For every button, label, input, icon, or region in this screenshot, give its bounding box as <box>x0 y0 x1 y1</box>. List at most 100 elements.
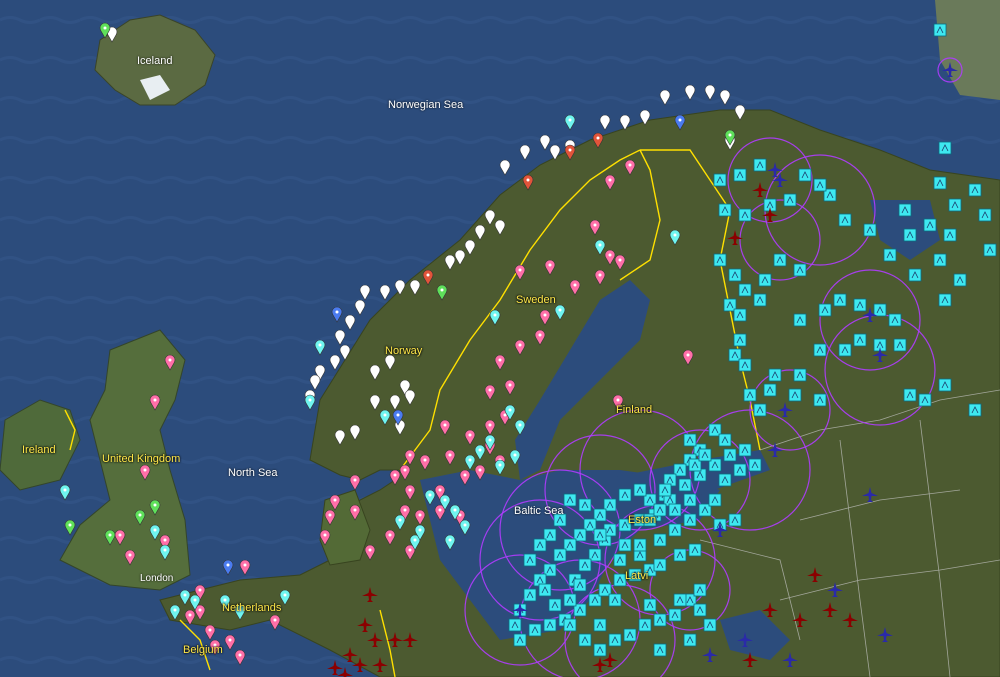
unit-tile-icon[interactable] <box>563 593 577 607</box>
unit-tile-icon[interactable] <box>593 643 607 657</box>
unit-tile-icon[interactable] <box>733 333 747 347</box>
unit-tile-icon[interactable] <box>658 483 672 497</box>
unit-tile-icon[interactable] <box>508 618 522 632</box>
unit-tile-icon[interactable] <box>643 598 657 612</box>
unit-tile-icon[interactable] <box>758 273 772 287</box>
unit-tile-icon[interactable] <box>548 598 562 612</box>
unit-tile-icon[interactable] <box>763 383 777 397</box>
unit-tile-icon[interactable] <box>638 618 652 632</box>
unit-tile-icon[interactable] <box>923 218 937 232</box>
unit-tile-icon[interactable] <box>618 488 632 502</box>
unit-tile-icon[interactable] <box>703 618 717 632</box>
unit-tile-icon[interactable] <box>738 208 752 222</box>
unit-tile-icon[interactable] <box>633 483 647 497</box>
unit-tile-icon[interactable] <box>813 178 827 192</box>
map-canvas[interactable] <box>0 0 1000 677</box>
unit-tile-icon[interactable] <box>753 158 767 172</box>
unit-tile-icon[interactable] <box>918 393 932 407</box>
unit-tile-icon[interactable] <box>718 203 732 217</box>
unit-tile-icon[interactable] <box>523 588 537 602</box>
unit-tile-icon[interactable] <box>683 513 697 527</box>
unit-tile-icon[interactable] <box>553 513 567 527</box>
unit-tile-icon[interactable] <box>533 538 547 552</box>
unit-tile-icon[interactable] <box>953 273 967 287</box>
unit-tile-icon[interactable] <box>633 538 647 552</box>
unit-tile-icon[interactable] <box>813 343 827 357</box>
unit-tile-icon[interactable] <box>833 293 847 307</box>
unit-tile-icon[interactable] <box>668 503 682 517</box>
unit-tile-icon[interactable] <box>613 573 627 587</box>
unit-tile-icon[interactable] <box>948 198 962 212</box>
unit-tile-icon[interactable] <box>873 303 887 317</box>
unit-tile-icon[interactable] <box>983 243 997 257</box>
unit-tile-icon[interactable] <box>838 213 852 227</box>
unit-tile-icon[interactable] <box>753 293 767 307</box>
unit-tile-icon[interactable] <box>608 593 622 607</box>
map-view[interactable]: Iceland Norwegian Sea Norway Sweden Finl… <box>0 0 1000 677</box>
unit-tile-icon[interactable] <box>578 498 592 512</box>
unit-tile-icon[interactable] <box>738 443 752 457</box>
unit-tile-icon[interactable] <box>653 533 667 547</box>
unit-tile-icon[interactable] <box>593 528 607 542</box>
unit-tile-icon[interactable] <box>668 523 682 537</box>
unit-tile-icon[interactable] <box>733 463 747 477</box>
unit-tile-icon[interactable] <box>768 368 782 382</box>
unit-tile-icon[interactable] <box>793 368 807 382</box>
unit-tile-icon[interactable] <box>653 643 667 657</box>
unit-tile-icon[interactable] <box>793 313 807 327</box>
unit-tile-icon[interactable] <box>683 433 697 447</box>
unit-tile-icon[interactable] <box>593 618 607 632</box>
unit-tile-icon[interactable] <box>723 448 737 462</box>
unit-tile-icon[interactable] <box>938 378 952 392</box>
unit-tile-icon[interactable] <box>798 168 812 182</box>
unit-tile-icon[interactable] <box>813 393 827 407</box>
unit-tile-icon[interactable] <box>513 633 527 647</box>
unit-tile-icon[interactable] <box>748 458 762 472</box>
unit-tile-icon[interactable] <box>698 448 712 462</box>
unit-tile-icon[interactable] <box>853 333 867 347</box>
unit-tile-icon[interactable] <box>978 208 992 222</box>
unit-tile-icon[interactable] <box>693 583 707 597</box>
unit-tile-icon[interactable] <box>903 388 917 402</box>
unit-tile-icon[interactable] <box>538 583 552 597</box>
unit-tile-icon[interactable] <box>623 628 637 642</box>
unit-tile-icon[interactable] <box>693 603 707 617</box>
unit-tile-icon[interactable] <box>613 553 627 567</box>
unit-tile-icon[interactable] <box>908 268 922 282</box>
unit-tile-icon[interactable] <box>933 176 947 190</box>
unit-tile-icon[interactable] <box>713 173 727 187</box>
unit-tile-icon[interactable] <box>733 168 747 182</box>
unit-tile-icon[interactable] <box>618 538 632 552</box>
unit-tile-icon[interactable] <box>893 338 907 352</box>
unit-tile-icon[interactable] <box>938 141 952 155</box>
unit-tile-icon[interactable] <box>968 403 982 417</box>
unit-tile-icon[interactable] <box>578 558 592 572</box>
unit-tile-icon[interactable] <box>863 223 877 237</box>
unit-tile-icon[interactable] <box>728 513 742 527</box>
unit-tile-icon[interactable] <box>728 268 742 282</box>
unit-tile-icon[interactable] <box>718 473 732 487</box>
unit-tile-icon[interactable] <box>853 298 867 312</box>
unit-tile-icon[interactable] <box>628 568 642 582</box>
unit-tile-icon[interactable] <box>543 618 557 632</box>
unit-tile-icon[interactable] <box>968 183 982 197</box>
unit-tile-icon[interactable] <box>903 228 917 242</box>
unit-tile-icon[interactable] <box>838 343 852 357</box>
unit-tile-icon[interactable] <box>793 263 807 277</box>
unit-tile-icon[interactable] <box>933 253 947 267</box>
unit-tile-icon[interactable] <box>563 493 577 507</box>
unit-tile-icon[interactable] <box>653 503 667 517</box>
unit-tile-icon[interactable] <box>788 388 802 402</box>
unit-tile-icon[interactable] <box>528 623 542 637</box>
unit-tile-icon[interactable] <box>938 293 952 307</box>
unit-tile-icon[interactable] <box>553 548 567 562</box>
unit-tile-icon[interactable] <box>683 493 697 507</box>
unit-tile-icon[interactable] <box>783 193 797 207</box>
unit-tile-icon[interactable] <box>818 303 832 317</box>
unit-tile-icon[interactable] <box>683 633 697 647</box>
unit-tile-icon[interactable] <box>933 23 947 37</box>
unit-tile-icon[interactable] <box>888 313 902 327</box>
unit-tile-icon[interactable] <box>883 248 897 262</box>
unit-tile-icon[interactable] <box>653 613 667 627</box>
unit-tile-icon[interactable] <box>738 283 752 297</box>
